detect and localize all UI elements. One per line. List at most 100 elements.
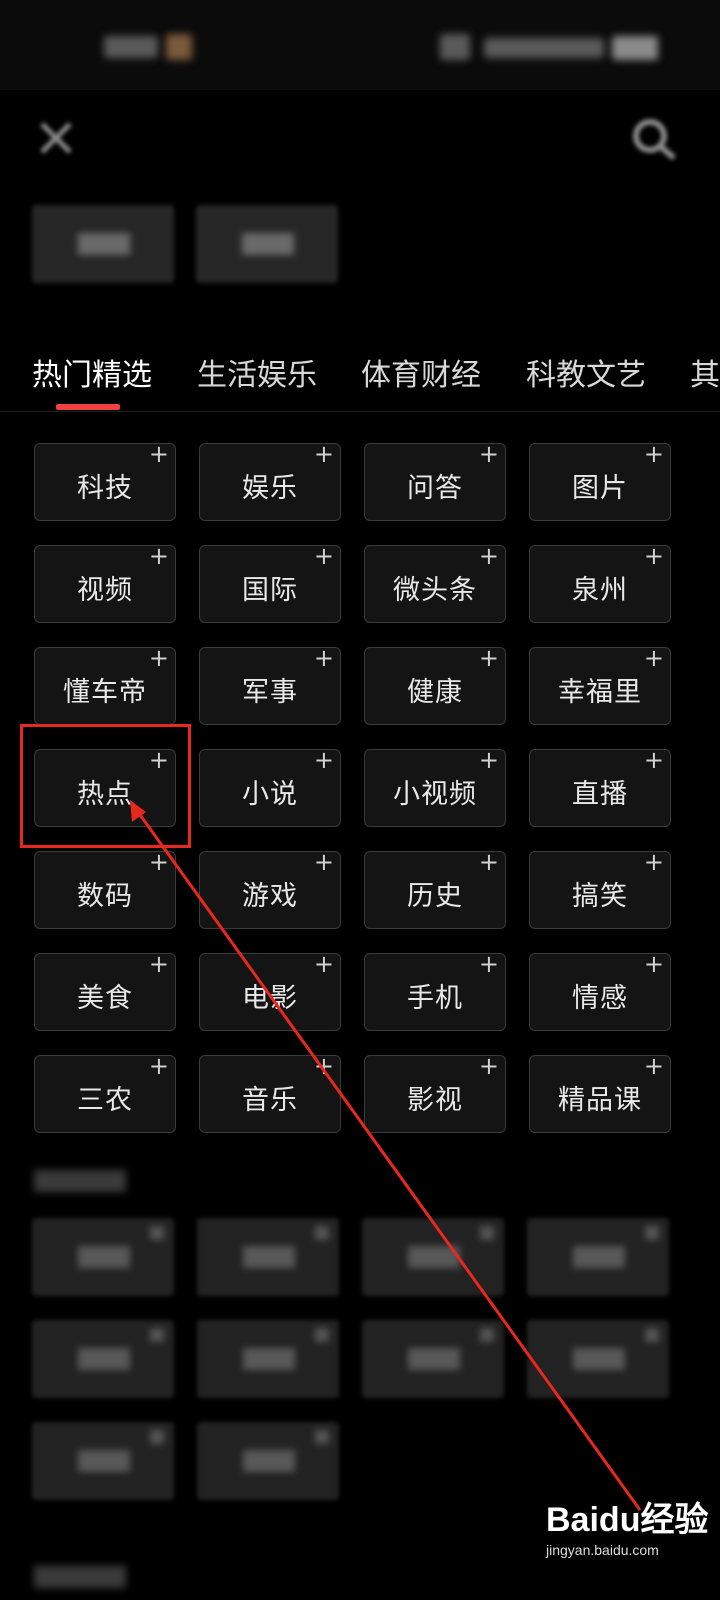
- channel-label: 手机: [407, 983, 463, 1014]
- channel-button-music[interactable]: 音乐 +: [199, 1054, 341, 1133]
- channel-label: 小说: [242, 779, 298, 810]
- plus-icon[interactable]: +: [479, 850, 499, 874]
- channel-button-video[interactable]: 视频 +: [34, 544, 176, 623]
- channel-button-phones[interactable]: 手机 +: [364, 952, 506, 1031]
- tab-life-entertainment[interactable]: 生活娱乐: [197, 350, 317, 394]
- plus-icon[interactable]: +: [479, 952, 499, 976]
- plus-icon[interactable]: +: [149, 544, 169, 568]
- plus-icon[interactable]: +: [314, 544, 334, 568]
- tab-sports-finance[interactable]: 体育财经: [361, 350, 481, 394]
- section-heading-blurred: [34, 1170, 126, 1192]
- plus-icon[interactable]: +: [314, 952, 334, 976]
- channel-button-pictures[interactable]: 图片 +: [529, 442, 671, 521]
- channel-button-military[interactable]: 军事 +: [199, 646, 341, 725]
- channel-button-health[interactable]: 健康 +: [364, 646, 506, 725]
- channel-button-novel[interactable]: 小说 +: [199, 748, 341, 827]
- channel-button-dongchedi[interactable]: 懂车帝 +: [34, 646, 176, 725]
- channel-label: 问答: [407, 473, 463, 504]
- blurred-channel-button[interactable]: [197, 1218, 339, 1296]
- tab-hot-picks[interactable]: 热门精选: [32, 350, 152, 394]
- plus-icon[interactable]: +: [644, 952, 664, 976]
- channel-button-short-video[interactable]: 小视频 +: [364, 748, 506, 827]
- channel-label: 娱乐: [242, 473, 298, 504]
- channel-button-food[interactable]: 美食 +: [34, 952, 176, 1031]
- channel-label: 三农: [77, 1085, 133, 1116]
- channel-button-tech[interactable]: 科技 +: [34, 442, 176, 521]
- tab-other[interactable]: 其: [690, 350, 720, 394]
- plus-icon[interactable]: +: [149, 646, 169, 670]
- blurred-channel-button[interactable]: [527, 1320, 669, 1398]
- plus-icon[interactable]: +: [644, 850, 664, 874]
- highlight-box: [20, 724, 191, 848]
- blurred-channel-button[interactable]: [197, 1422, 339, 1500]
- channel-manager-screen: 热门精选 生活娱乐 体育财经 科教文艺 其 科技 + 娱乐 + 问答 + 图片 + 视频…: [0, 0, 720, 1600]
- channel-button-digital[interactable]: 数码 +: [34, 850, 176, 929]
- plus-icon[interactable]: +: [149, 1054, 169, 1078]
- watermark-logo: Baidu经验: [546, 1501, 709, 1539]
- close-icon[interactable]: [36, 118, 76, 158]
- plus-icon[interactable]: +: [479, 748, 499, 772]
- tab-science-culture[interactable]: 科教文艺: [526, 350, 646, 394]
- category-tabs: 热门精选 生活娱乐 体育财经 科教文艺 其: [0, 340, 720, 412]
- my-channel-pill[interactable]: [196, 205, 338, 283]
- blurred-channel-button[interactable]: [197, 1320, 339, 1398]
- channel-label: 搞笑: [572, 881, 628, 912]
- channel-button-live[interactable]: 直播 +: [529, 748, 671, 827]
- plus-icon[interactable]: +: [644, 442, 664, 466]
- channel-button-international[interactable]: 国际 +: [199, 544, 341, 623]
- plus-icon[interactable]: +: [644, 646, 664, 670]
- channel-label: 微头条: [393, 575, 477, 606]
- channel-label: 游戏: [242, 881, 298, 912]
- blurred-channel-button[interactable]: [32, 1218, 174, 1296]
- plus-icon[interactable]: +: [149, 850, 169, 874]
- channel-button-xingfuli[interactable]: 幸福里 +: [529, 646, 671, 725]
- channel-label: 军事: [242, 677, 298, 708]
- blurred-channel-button[interactable]: [32, 1422, 174, 1500]
- channel-button-movies[interactable]: 电影 +: [199, 952, 341, 1031]
- plus-icon[interactable]: +: [149, 442, 169, 466]
- plus-icon[interactable]: +: [644, 1054, 664, 1078]
- channel-button-emotion[interactable]: 情感 +: [529, 952, 671, 1031]
- channel-button-film-tv[interactable]: 影视 +: [364, 1054, 506, 1133]
- channel-button-entertainment[interactable]: 娱乐 +: [199, 442, 341, 521]
- plus-icon[interactable]: +: [314, 646, 334, 670]
- channel-button-qa[interactable]: 问答 +: [364, 442, 506, 521]
- blurred-channel-button[interactable]: [362, 1218, 504, 1296]
- blurred-channel-button[interactable]: [32, 1320, 174, 1398]
- channel-label: 情感: [572, 983, 628, 1014]
- my-channel-pill[interactable]: [32, 205, 174, 283]
- plus-icon[interactable]: +: [149, 952, 169, 976]
- channel-button-history[interactable]: 历史 +: [364, 850, 506, 929]
- channel-label: 小视频: [393, 779, 477, 810]
- channel-button-micro-headlines[interactable]: 微头条 +: [364, 544, 506, 623]
- channel-label: 国际: [242, 575, 298, 606]
- channel-button-agriculture[interactable]: 三农 +: [34, 1054, 176, 1133]
- plus-icon[interactable]: +: [479, 1054, 499, 1078]
- baidu-jingyan-watermark: Baidu经验 jingyan.baidu.com: [540, 1488, 710, 1588]
- channel-label: 历史: [407, 881, 463, 912]
- battery-icon: [612, 36, 658, 60]
- active-tab-indicator: [56, 404, 120, 410]
- plus-icon[interactable]: +: [644, 748, 664, 772]
- plus-icon[interactable]: +: [314, 850, 334, 874]
- plus-icon[interactable]: +: [479, 646, 499, 670]
- plus-icon[interactable]: +: [479, 544, 499, 568]
- channel-button-funny[interactable]: 搞笑 +: [529, 850, 671, 929]
- channel-label: 影视: [407, 1085, 463, 1116]
- channel-label: 直播: [572, 779, 628, 810]
- section-heading-blurred: [34, 1566, 126, 1588]
- plus-icon[interactable]: +: [644, 544, 664, 568]
- channel-button-games[interactable]: 游戏 +: [199, 850, 341, 929]
- plus-icon[interactable]: +: [314, 442, 334, 466]
- plus-icon[interactable]: +: [314, 1054, 334, 1078]
- blurred-channel-button[interactable]: [527, 1218, 669, 1296]
- blurred-channel-button[interactable]: [362, 1320, 504, 1398]
- plus-icon[interactable]: +: [479, 442, 499, 466]
- channel-label: 图片: [572, 473, 628, 504]
- channel-button-quanzhou[interactable]: 泉州 +: [529, 544, 671, 623]
- channel-label: 精品课: [558, 1085, 642, 1116]
- channel-button-premium-courses[interactable]: 精品课 +: [529, 1054, 671, 1133]
- channel-label: 美食: [77, 983, 133, 1014]
- plus-icon[interactable]: +: [314, 748, 334, 772]
- search-icon[interactable]: [630, 116, 680, 164]
